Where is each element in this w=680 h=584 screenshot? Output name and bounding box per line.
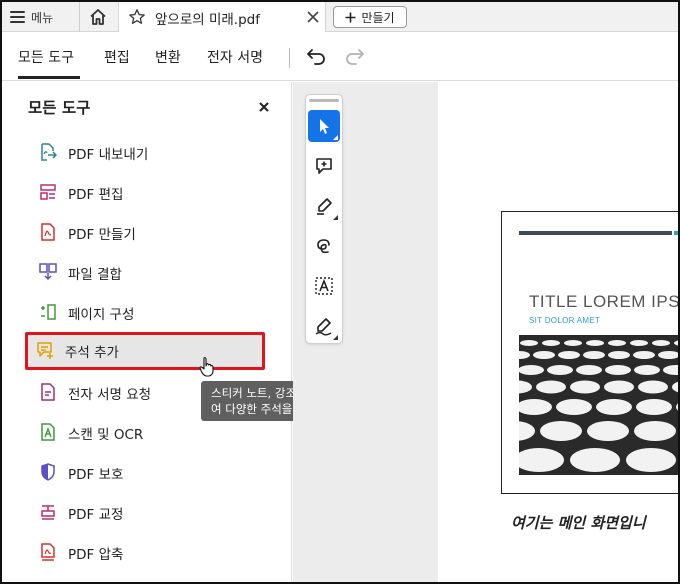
dropdown-triangle-icon [333,215,338,220]
highlight-tool-button[interactable] [308,190,340,222]
divider [79,2,80,32]
tab-e-sign[interactable]: 전자 서명 [207,47,263,67]
close-icon[interactable] [258,101,270,113]
edit-pdf-icon [40,184,56,200]
tab-all-tools[interactable]: 모든 도구 [18,47,74,67]
slide-photo [519,335,678,475]
divider [289,48,290,68]
redact-pdf-icon [41,505,55,520]
tool-item-label: 페이지 구성 [68,307,135,323]
tool-item-protect-pdf[interactable]: PDF 보호 [28,454,264,490]
text-box-icon [315,277,333,295]
tool-menu-bar: 모든 도구 편집 변환 전자 서명 [2,32,678,81]
hand-cursor-icon [199,357,214,377]
page-caption: 여기는 메인 화면입니 [511,514,646,532]
draw-tool-button[interactable] [308,230,340,262]
quick-tools-toolbar [305,94,343,344]
protect-pdf-icon [41,463,55,481]
tool-item-label: 주석 추가 [65,345,119,361]
tool-item-label: PDF 만들기 [68,227,136,243]
highlighter-icon [317,198,332,215]
menu-label: 메뉴 [31,10,54,25]
cursor-icon [320,119,329,134]
tool-item-redact-pdf[interactable]: PDF 교정 [28,494,264,530]
export-pdf-icon [41,143,58,161]
slide-subtitle: SIT DOLOR AMET [529,316,601,325]
compress-pdf-icon [41,543,55,561]
tab-bar: 메뉴 앞으로의 미래.pdf 만들기 [2,2,678,32]
tool-item-organize-pages[interactable]: 페이지 구성 [28,294,264,330]
comment-plus-icon [316,158,332,174]
new-tab-label: 만들기 [361,10,395,25]
slide-header-bar [519,231,672,235]
combine-files-icon [39,263,57,281]
create-pdf-icon [41,223,55,241]
pen-sign-icon [315,318,332,336]
dropdown-triangle-icon [333,135,338,140]
redo-icon[interactable] [344,47,366,65]
add-comment-tool-button[interactable] [308,150,340,182]
tool-item-label: PDF 보호 [68,467,124,483]
tool-item-combine-files[interactable]: 파일 결합 [28,254,264,290]
hamburger-icon [10,11,25,23]
close-tab-icon[interactable] [306,10,320,24]
slide-accent-bar [674,231,678,235]
plus-icon [345,12,356,22]
sign-tool-button[interactable] [308,310,340,342]
tool-item-compress-pdf[interactable]: PDF 압축 [28,534,264,570]
tool-item-label: PDF 교정 [68,507,124,523]
tool-item-label: PDF 편집 [68,187,124,203]
tool-item-label: 파일 결합 [68,267,122,283]
tool-item-create-pdf[interactable]: PDF 만들기 [28,214,264,250]
panel-title: 모든 도구 [28,99,91,117]
tool-item-label: 전자 서명 요청 [68,387,152,403]
tab-document[interactable]: 앞으로의 미래.pdf [118,2,326,32]
toolbar-grip[interactable] [309,99,339,102]
scan-ocr-icon [41,423,55,441]
active-tab-indicator [18,76,80,79]
slide-title: TITLE LOREM IPSU [529,292,680,311]
organize-pages-icon [41,304,56,320]
tool-item-label: 스캔 및 OCR [68,427,144,443]
dropdown-triangle-icon [333,335,338,340]
slide-thumbnail: TITLE LOREM IPSU SIT DOLOR AMET [501,211,680,494]
freehand-draw-icon [317,239,330,254]
new-tab-button[interactable]: 만들기 [333,6,407,28]
undo-icon[interactable] [305,47,327,65]
tool-item-label: PDF 내보내기 [68,147,149,163]
app-window: 메뉴 앞으로의 미래.pdf 만들기 모든 도구 편집 변환 전자 서명 모든 … [0,0,680,584]
tool-item-export-pdf[interactable]: PDF 내보내기 [28,134,264,170]
tab-title: 앞으로의 미래.pdf [155,12,260,28]
tab-edit[interactable]: 편집 [104,47,130,67]
text-tool-button[interactable] [308,270,340,302]
add-comment-icon [37,342,53,359]
menu-button[interactable]: 메뉴 [10,6,53,28]
tab-convert[interactable]: 변환 [155,47,181,67]
home-icon[interactable] [88,7,108,27]
tool-item-add-comment[interactable]: 주석 추가 [25,332,265,370]
tool-item-edit-pdf[interactable]: PDF 편집 [28,174,264,210]
star-icon[interactable] [128,8,146,26]
request-esign-icon [41,383,55,401]
select-tool-button[interactable] [308,110,340,142]
tool-item-label: PDF 압축 [68,547,124,563]
